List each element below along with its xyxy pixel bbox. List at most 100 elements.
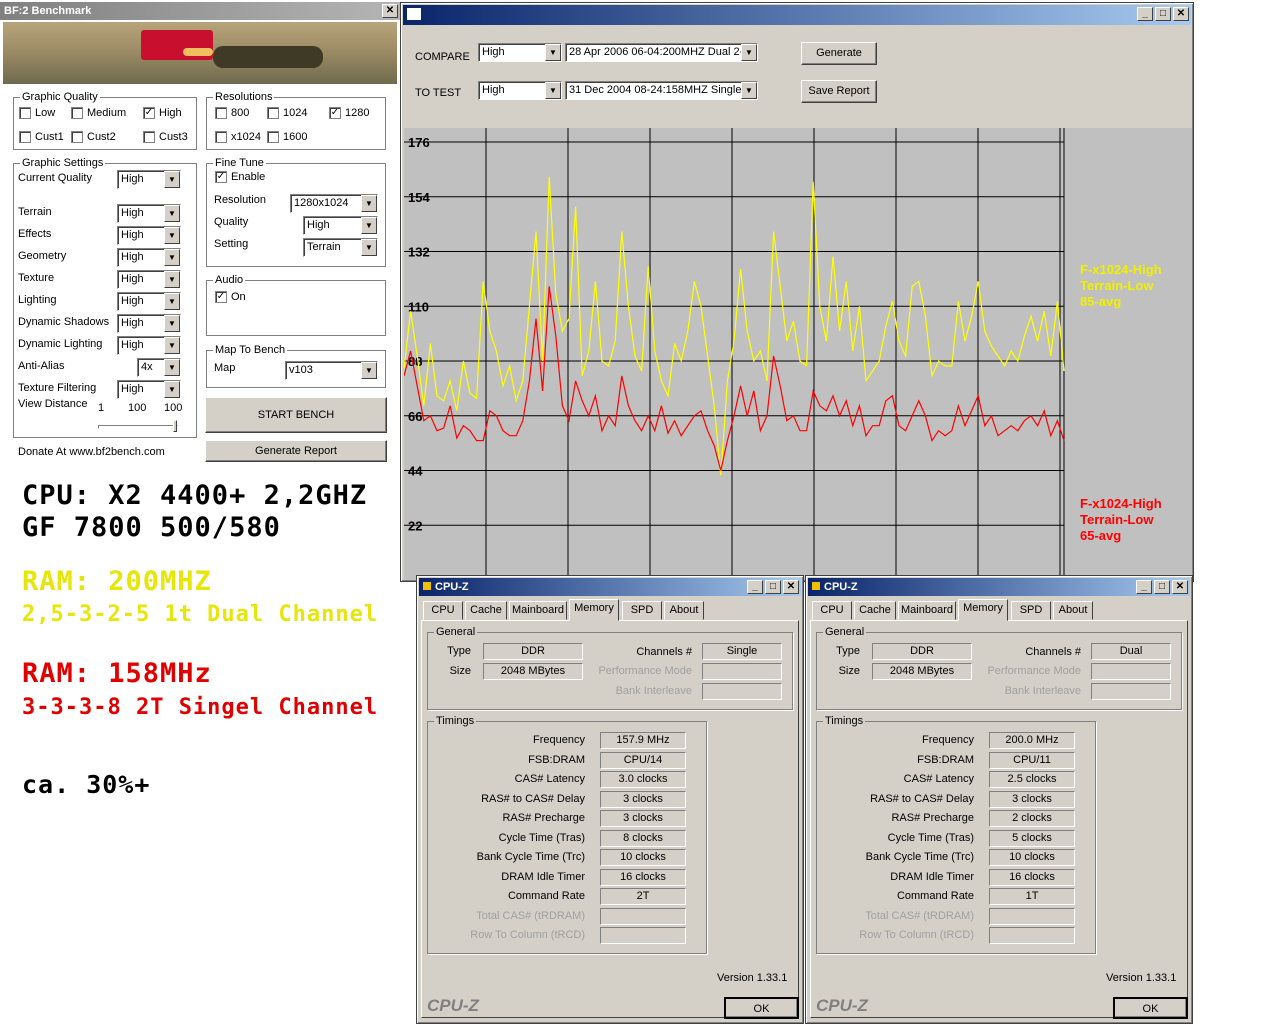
option-checkbox[interactable]: Medium (71, 107, 126, 119)
generate-button[interactable]: Generate (801, 42, 877, 65)
minimize-icon[interactable]: _ (1136, 580, 1152, 594)
start-bench-button[interactable]: START BENCH (205, 397, 387, 433)
tab-memory[interactable]: Memory (958, 599, 1008, 621)
option-checkbox[interactable]: Cust3 (143, 131, 188, 143)
chevron-down-icon[interactable]: ▼ (741, 44, 757, 61)
chevron-down-icon[interactable]: ▼ (741, 82, 757, 99)
fine-tune-select[interactable]: 1280x1024 ▼ (290, 194, 378, 213)
ok-button[interactable]: OK (1113, 997, 1188, 1019)
setting-select[interactable]: High ▼ (117, 314, 181, 333)
setting-select[interactable]: High ▼ (117, 292, 181, 311)
slider-thumb[interactable] (173, 420, 177, 432)
close-icon[interactable]: ✕ (1173, 7, 1189, 21)
minimize-icon[interactable]: _ (747, 580, 763, 594)
checkbox-box[interactable] (19, 107, 31, 119)
chevron-down-icon[interactable]: ▼ (361, 217, 377, 234)
tab-spd[interactable]: SPD (622, 601, 662, 620)
chevron-down-icon[interactable]: ▼ (545, 44, 561, 61)
setting-select[interactable]: High ▼ (117, 380, 181, 399)
fine-tune-select[interactable]: Terrain ▼ (303, 238, 378, 257)
chevron-down-icon[interactable]: ▼ (164, 315, 180, 332)
option-checkbox[interactable]: 1024 (267, 107, 307, 119)
chevron-down-icon[interactable]: ▼ (164, 171, 180, 188)
option-checkbox[interactable]: ✓ High (143, 107, 182, 119)
totest-run-select[interactable]: 31 Dec 2004 08-24:158MHZ Single ▼ (565, 81, 758, 100)
tab-about[interactable]: About (664, 601, 704, 620)
tab-cache[interactable]: Cache (465, 601, 507, 620)
tab-memory[interactable]: Memory (569, 599, 619, 621)
chevron-down-icon[interactable]: ▼ (164, 293, 180, 310)
chevron-down-icon[interactable]: ▼ (164, 249, 180, 266)
map-select[interactable]: v103 ▼ (285, 361, 378, 380)
chevron-down-icon[interactable]: ▼ (164, 359, 180, 376)
checkbox-box[interactable] (143, 131, 155, 143)
setting-select[interactable]: High ▼ (117, 270, 181, 289)
option-checkbox[interactable]: x1024 (215, 131, 261, 143)
chevron-down-icon[interactable]: ▼ (361, 362, 377, 379)
save-report-button[interactable]: Save Report (801, 80, 877, 103)
setting-select[interactable]: 4x ▼ (137, 358, 181, 377)
fine-tune-enable-checkbox[interactable]: ✓ Enable (215, 171, 265, 183)
option-checkbox[interactable]: Cust1 (19, 131, 64, 143)
chevron-down-icon[interactable]: ▼ (361, 195, 377, 212)
close-icon[interactable]: ✕ (783, 580, 799, 594)
checkbox-box[interactable]: ✓ (215, 171, 227, 183)
option-checkbox[interactable]: ✓ 1280 (329, 107, 369, 119)
setting-select[interactable]: High ▼ (117, 248, 181, 267)
close-icon[interactable]: ✕ (382, 4, 398, 18)
setting-select[interactable]: High ▼ (117, 204, 181, 223)
chevron-down-icon[interactable]: ▼ (164, 205, 180, 222)
option-checkbox[interactable]: Low (19, 107, 55, 119)
maximize-icon[interactable]: □ (1155, 7, 1171, 21)
generate-report-button[interactable]: Generate Report (205, 440, 387, 462)
setting-select[interactable]: High ▼ (117, 170, 181, 189)
checkbox-box[interactable] (267, 107, 279, 119)
maximize-icon[interactable]: □ (765, 580, 781, 594)
chevron-down-icon[interactable]: ▼ (164, 337, 180, 354)
compare-quality-select[interactable]: High ▼ (478, 43, 562, 62)
chevron-down-icon[interactable]: ▼ (164, 381, 180, 398)
view-distance-slider[interactable] (98, 420, 178, 432)
tab-cache[interactable]: Cache (854, 601, 896, 620)
checkbox-box[interactable] (71, 107, 83, 119)
close-icon[interactable]: ✕ (1172, 580, 1188, 594)
checkbox-box[interactable]: ✓ (215, 291, 227, 303)
timing-label: Frequency (533, 734, 585, 746)
tab-about[interactable]: About (1053, 601, 1093, 620)
chevron-down-icon[interactable]: ▼ (361, 239, 377, 256)
setting-select[interactable]: High ▼ (117, 336, 181, 355)
checkbox-box[interactable] (215, 131, 227, 143)
minimize-icon[interactable]: _ (1137, 7, 1153, 21)
y-tick-label: 132 (408, 245, 430, 260)
ok-button[interactable]: OK (724, 997, 799, 1019)
fine-tune-select[interactable]: High ▼ (303, 216, 378, 235)
tab-mainboard[interactable]: Mainboard (509, 601, 567, 620)
tab-mainboard[interactable]: Mainboard (898, 601, 956, 620)
audio-on-checkbox[interactable]: ✓ On (215, 291, 246, 303)
maximize-icon[interactable]: □ (1154, 580, 1170, 594)
fine-tune-enable-label: Enable (231, 171, 266, 183)
chevron-down-icon[interactable]: ▼ (164, 271, 180, 288)
timing-label: Frequency (922, 734, 974, 746)
checkbox-box[interactable] (19, 131, 31, 143)
tab-cpu[interactable]: CPU (423, 601, 463, 620)
tab-cpu[interactable]: CPU (812, 601, 852, 620)
timing-value: 3.0 clocks (600, 771, 686, 788)
tab-spd[interactable]: SPD (1011, 601, 1051, 620)
chevron-down-icon[interactable]: ▼ (545, 82, 561, 99)
checkbox-box[interactable] (215, 107, 227, 119)
compare-run-select[interactable]: 28 Apr 2006 06-04:200MHZ Dual 2- ▼ (565, 43, 758, 62)
setting-select[interactable]: High ▼ (117, 226, 181, 245)
option-checkbox[interactable]: 1600 (267, 131, 307, 143)
option-checkbox[interactable]: Cust2 (71, 131, 116, 143)
checkbox-label: Cust3 (159, 131, 188, 143)
checkbox-box[interactable] (267, 131, 279, 143)
checkbox-box[interactable]: ✓ (143, 107, 155, 119)
checkbox-box[interactable]: ✓ (329, 107, 341, 119)
chevron-down-icon[interactable]: ▼ (164, 227, 180, 244)
checkbox-box[interactable] (71, 131, 83, 143)
bank-interleave-value (702, 683, 782, 700)
option-checkbox[interactable]: 800 (215, 107, 249, 119)
totest-quality-select[interactable]: High ▼ (478, 81, 562, 100)
timing-value: 10 clocks (989, 849, 1075, 866)
